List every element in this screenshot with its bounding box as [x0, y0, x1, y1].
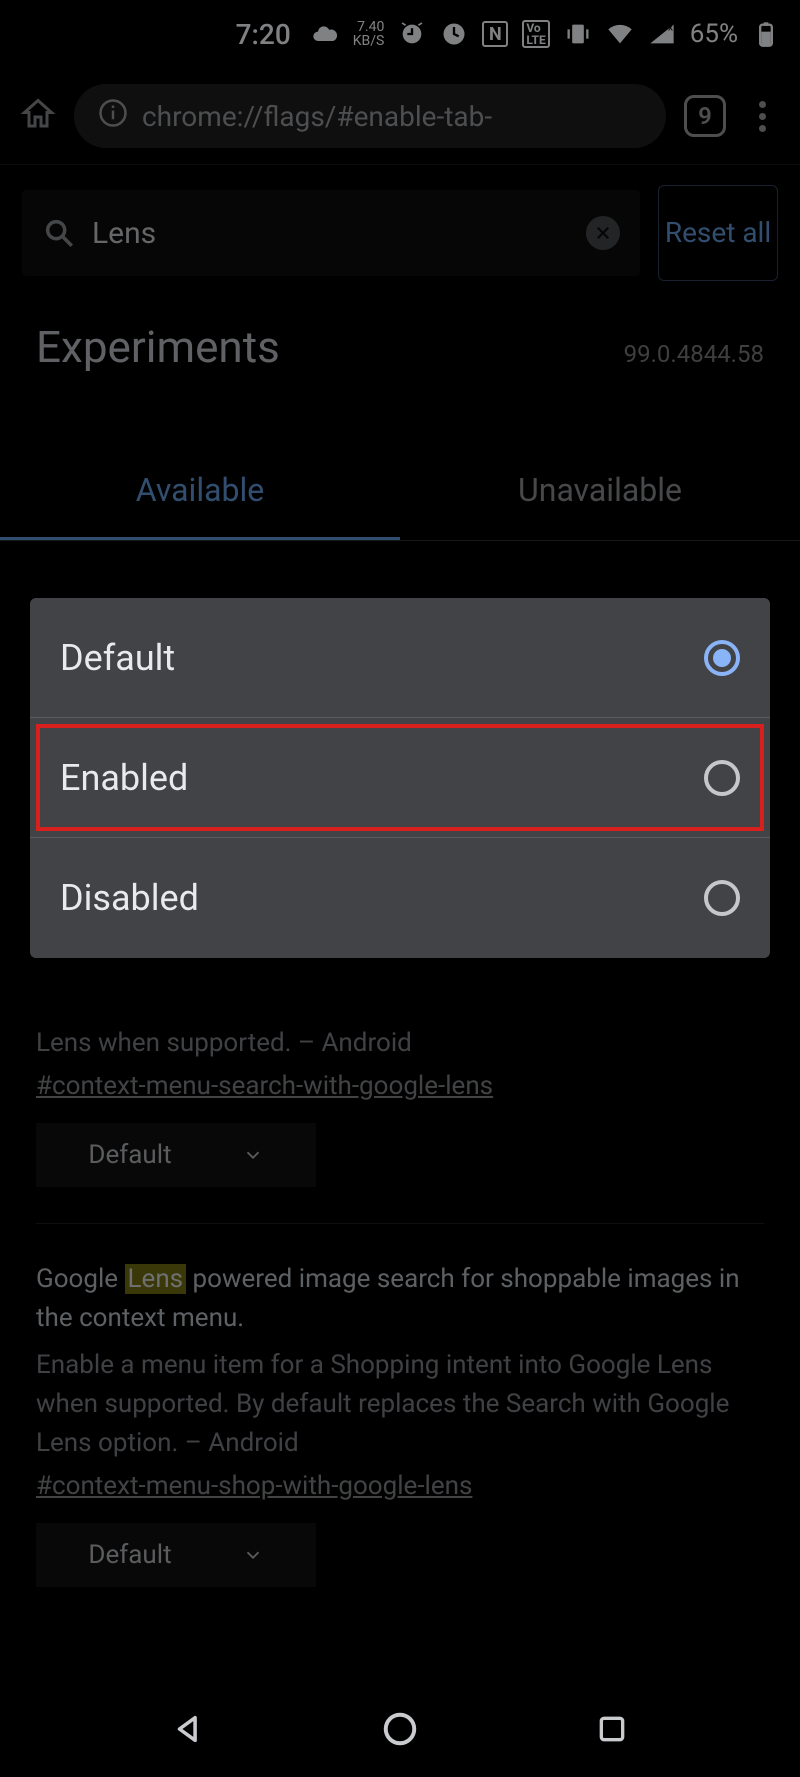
select-option-default[interactable]: Default [30, 598, 770, 718]
url-bar[interactable]: chrome://flags/#enable-tab- [74, 84, 666, 148]
radio-unselected-icon [704, 760, 740, 796]
flag-select-value: Default [88, 1140, 171, 1170]
cloud-icon [311, 20, 339, 48]
home-button[interactable] [376, 1705, 424, 1753]
status-bar: 7:20 7.40KB/S N VoLTE x 65% [0, 0, 800, 68]
page-title: Experiments [36, 321, 280, 373]
reset-all-button[interactable]: Reset all [658, 185, 778, 281]
tab-available[interactable]: Available [0, 453, 400, 540]
clear-search-button[interactable] [586, 216, 620, 250]
battery-percent: 65% [690, 19, 738, 49]
chevron-down-icon [242, 1144, 264, 1166]
flag-description: Enable a menu item for a Shopping intent… [36, 1346, 764, 1463]
search-highlight: Lens [125, 1264, 187, 1294]
radio-unselected-icon [704, 880, 740, 916]
clock-icon [440, 20, 468, 48]
flag-select-dropdown[interactable]: Default [36, 1123, 316, 1187]
flag-select-value: Default [88, 1540, 171, 1570]
info-icon [98, 98, 128, 135]
option-label: Disabled [60, 877, 199, 919]
tab-unavailable[interactable]: Unavailable [400, 453, 800, 540]
back-button[interactable] [164, 1705, 212, 1753]
flag-title: Google Lens powered image search for sho… [36, 1260, 764, 1338]
home-icon[interactable] [20, 96, 56, 136]
vibrate-icon [564, 20, 592, 48]
flag-select-dropdown[interactable]: Default [36, 1523, 316, 1587]
select-popup: Default Enabled Disabled [30, 598, 770, 958]
signal-icon: x [648, 20, 676, 48]
nfc-icon: N [482, 21, 508, 47]
select-option-enabled[interactable]: Enabled [30, 718, 770, 838]
recents-button[interactable] [588, 1705, 636, 1753]
battery-icon [752, 20, 780, 48]
tabs: Available Unavailable [0, 453, 800, 541]
flag-hash-link[interactable]: #context-menu-shop-with-google-lens [36, 1471, 472, 1501]
wifi-icon [606, 20, 634, 48]
flag-description: Lens when supported. – Android [36, 1024, 764, 1063]
flag-hash-link[interactable]: #context-menu-search-with-google-lens [36, 1071, 493, 1101]
search-input[interactable]: Lens [22, 190, 640, 276]
select-option-disabled[interactable]: Disabled [30, 838, 770, 958]
chevron-down-icon [242, 1544, 264, 1566]
network-speed: 7.40KB/S [353, 20, 385, 48]
tab-count: 9 [698, 102, 712, 130]
option-label: Default [60, 637, 175, 679]
navigation-bar [0, 1681, 800, 1777]
svg-text:x: x [668, 21, 673, 34]
more-menu-button[interactable] [744, 101, 780, 132]
status-time: 7:20 [236, 18, 291, 51]
flag-item: Google Lens powered image search for sho… [0, 1224, 800, 1587]
tab-switcher-button[interactable]: 9 [684, 95, 726, 137]
option-label: Enabled [60, 757, 188, 799]
radio-selected-icon [704, 640, 740, 676]
browser-toolbar: chrome://flags/#enable-tab- 9 [0, 68, 800, 164]
version-text: 99.0.4844.58 [624, 340, 764, 368]
volte-icon: VoLTE [522, 20, 549, 48]
url-text: chrome://flags/#enable-tab- [142, 100, 492, 133]
search-value: Lens [92, 216, 570, 251]
search-icon [42, 216, 76, 250]
alarm-icon [398, 20, 426, 48]
